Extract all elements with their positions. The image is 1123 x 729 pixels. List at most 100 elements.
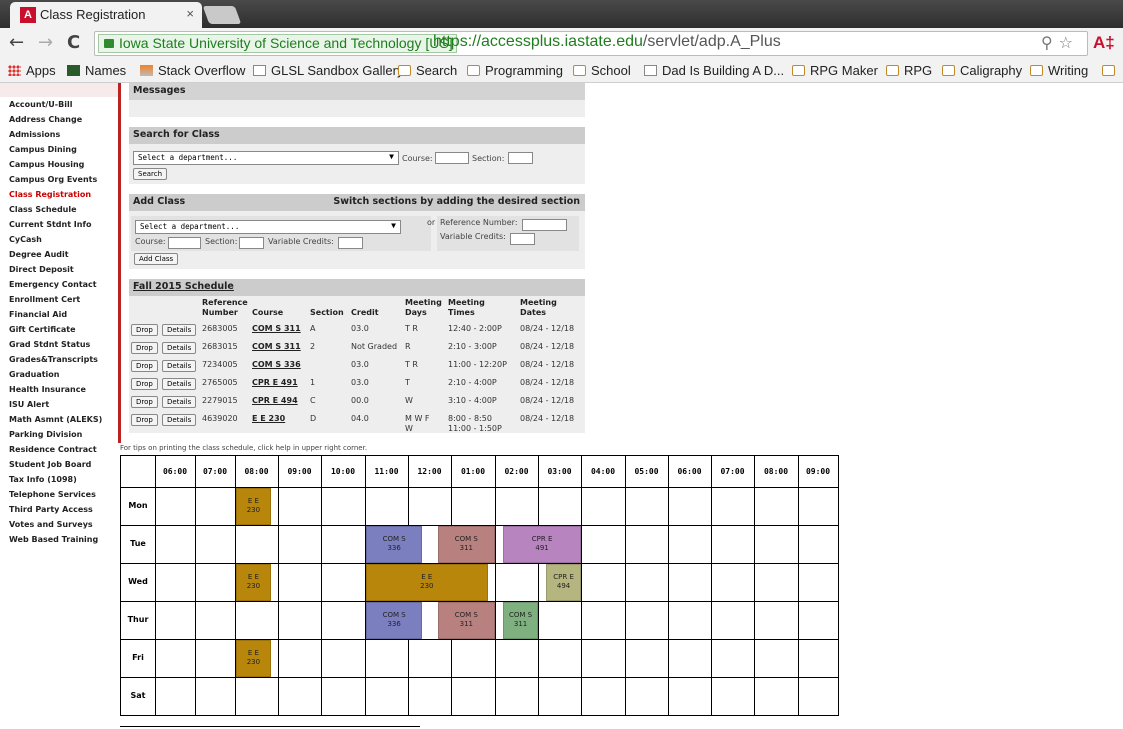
class-block[interactable]: COM S 311: [503, 602, 538, 639]
drop-button[interactable]: Drop: [131, 414, 158, 426]
meeting-days: T R: [405, 324, 418, 333]
search-course-input[interactable]: [435, 152, 469, 164]
details-button[interactable]: Details: [162, 342, 197, 354]
sidebar-item[interactable]: CyCash: [9, 235, 42, 244]
sidebar-item[interactable]: Third Party Access: [9, 505, 93, 514]
class-block[interactable]: CPR E 494: [546, 564, 581, 601]
class-block[interactable]: COM S 336: [366, 602, 423, 639]
bookmark-writing[interactable]: Writing: [1030, 63, 1088, 78]
zoom-star-icon[interactable]: ⚲☆: [1041, 33, 1079, 52]
course-link[interactable]: COM S 311: [252, 324, 301, 333]
sidebar-item[interactable]: Web Based Training: [9, 535, 98, 544]
search-department-select[interactable]: Select a department... ▼: [133, 151, 399, 165]
sidebar-item[interactable]: Account/U-Bill: [9, 100, 72, 109]
class-block[interactable]: COM S 336: [366, 526, 423, 563]
address-bar[interactable]: Iowa State University of Science and Tec…: [94, 31, 1088, 56]
sidebar-item[interactable]: Enrollment Cert: [9, 295, 80, 304]
details-button[interactable]: Details: [162, 396, 197, 408]
sidebar-item[interactable]: Campus Housing: [9, 160, 84, 169]
class-block[interactable]: COM S 311: [437, 526, 495, 563]
details-button[interactable]: Details: [162, 324, 197, 336]
class-block-number: 311: [459, 620, 474, 628]
sidebar-item[interactable]: Student Job Board: [9, 460, 91, 469]
class-block[interactable]: E E 230: [236, 488, 271, 525]
sidebar-item[interactable]: Residence Contract: [9, 445, 97, 454]
sidebar-item[interactable]: Emergency Contact: [9, 280, 97, 289]
search-button[interactable]: Search: [133, 168, 168, 180]
class-block[interactable]: E E 230: [366, 564, 488, 601]
meeting-dates: 08/24 - 12/18: [520, 360, 575, 369]
course-link[interactable]: E E 230: [252, 414, 285, 423]
drop-button[interactable]: Drop: [131, 378, 158, 390]
sidebar-item[interactable]: Admissions: [9, 130, 60, 139]
new-tab-button[interactable]: [202, 6, 242, 24]
bookmark-overflow[interactable]: [1102, 63, 1120, 78]
drop-button[interactable]: Drop: [131, 360, 158, 372]
sidebar-item[interactable]: Votes and Surveys: [9, 520, 93, 529]
sidebar-item[interactable]: Degree Audit: [9, 250, 69, 259]
ev-certificate-badge[interactable]: Iowa State University of Science and Tec…: [98, 34, 457, 53]
details-button[interactable]: Details: [162, 360, 197, 372]
class-block[interactable]: E E 230: [236, 564, 271, 601]
sidebar-item[interactable]: Tax Info (1098): [9, 475, 77, 484]
sidebar-item[interactable]: Graduation: [9, 370, 60, 379]
sidebar-item[interactable]: Campus Dining: [9, 145, 77, 154]
class-block[interactable]: E E 230: [236, 640, 271, 677]
sidebar-item[interactable]: Campus Org Events: [9, 175, 97, 184]
details-button[interactable]: Details: [162, 378, 197, 390]
sidebar-item[interactable]: Telephone Services: [9, 490, 96, 499]
sidebar-item[interactable]: Current Stdnt Info: [9, 220, 91, 229]
course-link[interactable]: COM S 311: [252, 342, 301, 351]
course-link[interactable]: COM S 336: [252, 360, 301, 369]
reference-variable-credits-input[interactable]: [510, 233, 535, 245]
bookmark-glsl-sandbox[interactable]: GLSL Sandbox Gallery: [253, 63, 403, 78]
class-block[interactable]: CPR E 491: [503, 526, 581, 563]
class-block[interactable]: COM S 311: [437, 602, 495, 639]
reload-icon[interactable]: C: [67, 32, 80, 53]
url-text[interactable]: https://accessplus.iastate.edu/servlet/a…: [433, 33, 781, 51]
sidebar-item[interactable]: Grad Stdnt Status: [9, 340, 90, 349]
search-section-input[interactable]: [508, 152, 533, 164]
bookmark-caligraphy[interactable]: Caligraphy: [942, 63, 1022, 78]
add-department-select[interactable]: Select a department... ▼: [135, 220, 401, 234]
tab-close-icon[interactable]: ×: [186, 6, 194, 21]
forward-arrow-icon[interactable]: →: [38, 32, 53, 53]
bookmark-school[interactable]: School: [573, 63, 631, 78]
url-path: /servlet/adp.A_Plus: [642, 33, 781, 50]
add-class-button[interactable]: Add Class: [134, 253, 179, 265]
sidebar-item[interactable]: Grades&Transcripts: [9, 355, 98, 364]
add-variable-credits-input[interactable]: [338, 237, 363, 249]
drop-button[interactable]: Drop: [131, 396, 158, 408]
course-link[interactable]: CPR E 491: [252, 378, 298, 387]
drop-button[interactable]: Drop: [131, 342, 158, 354]
drop-button[interactable]: Drop: [131, 324, 158, 336]
bookmark-rpg[interactable]: RPG: [886, 63, 932, 78]
sidebar-item[interactable]: ISU Alert: [9, 400, 49, 409]
extension-icon[interactable]: A‡: [1093, 33, 1115, 53]
course-link[interactable]: CPR E 494: [252, 396, 298, 405]
bookmark-rpg-maker[interactable]: RPG Maker: [792, 63, 878, 78]
sidebar-item[interactable]: Class Schedule: [9, 205, 77, 214]
schedule-header[interactable]: Fall 2015 Schedule: [129, 279, 585, 296]
bookmark-search[interactable]: Search: [398, 63, 457, 78]
bookmark-programming[interactable]: Programming: [467, 63, 563, 78]
sidebar-item[interactable]: Parking Division: [9, 430, 82, 439]
reference-number-input[interactable]: [522, 219, 567, 231]
bookmark-apps[interactable]: Apps: [8, 63, 56, 78]
sidebar-item[interactable]: Health Insurance: [9, 385, 86, 394]
bookmark-names[interactable]: Names: [67, 63, 126, 78]
back-arrow-icon[interactable]: ←: [9, 32, 24, 53]
sidebar-item[interactable]: Class Registration: [9, 190, 91, 199]
add-course-input[interactable]: [168, 237, 201, 249]
bookmark-stack-overflow[interactable]: Stack Overflow: [140, 63, 245, 78]
sidebar-item[interactable]: Address Change: [9, 115, 82, 124]
sidebar-item[interactable]: Direct Deposit: [9, 265, 74, 274]
add-section-input[interactable]: [239, 237, 264, 249]
tab-class-registration[interactable]: A Class Registration ×: [10, 2, 202, 28]
sidebar-item[interactable]: Gift Certificate: [9, 325, 76, 334]
class-block-number: 311: [459, 544, 474, 552]
sidebar-item[interactable]: Math Asmnt (ALEKS): [9, 415, 102, 424]
details-button[interactable]: Details: [162, 414, 197, 426]
bookmark-dad-is-building[interactable]: Dad Is Building A D...: [644, 63, 784, 78]
sidebar-item[interactable]: Financial Aid: [9, 310, 67, 319]
